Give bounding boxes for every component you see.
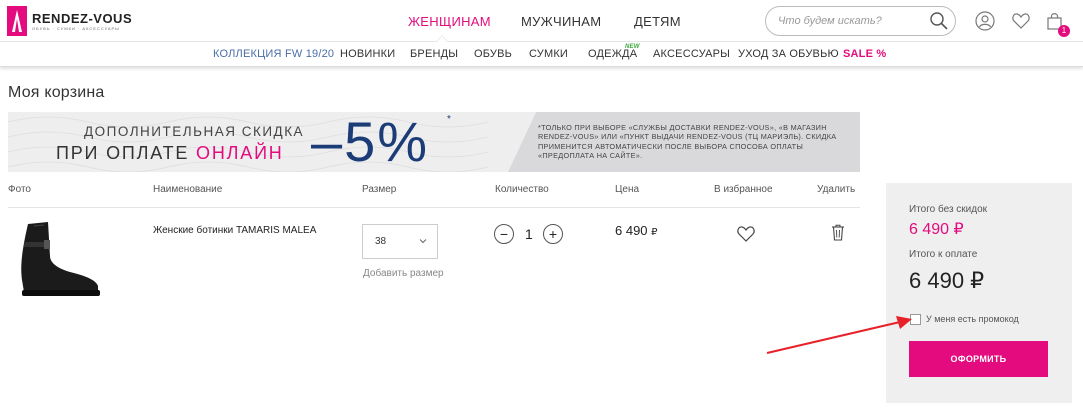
subnav-clothing[interactable]: ОДЕЖДА NEW xyxy=(588,44,639,60)
new-badge: NEW xyxy=(625,44,640,50)
cart-count-badge: 1 xyxy=(1058,25,1070,37)
subnav-accessories[interactable]: АКСЕССУАРЫ xyxy=(653,48,730,60)
col-delete: Удалить xyxy=(817,184,856,195)
qty-value: 1 xyxy=(525,226,533,242)
qty-minus-button[interactable]: − xyxy=(494,224,514,244)
order-summary: Итого без скидок 6 490 ₽ Итого к оплате … xyxy=(886,183,1072,403)
nav-women[interactable]: ЖЕНЩИНАМ xyxy=(408,14,491,29)
chevron-down-icon xyxy=(419,239,427,244)
user-icon[interactable] xyxy=(975,11,995,31)
subtotal-value: 6 490 ₽ xyxy=(909,221,964,238)
subnav-shoes[interactable]: ОБУВЬ xyxy=(474,48,512,60)
category-nav: КОЛЛЕКЦИЯ FW 19/20 НОВИНКИ БРЕНДЫ ОБУВЬ … xyxy=(0,42,1083,67)
heart-icon[interactable] xyxy=(1011,11,1031,31)
total-value: 6 490 ₽ xyxy=(909,268,985,293)
banner-line1: ДОПОЛНИТЕЛЬНАЯ СКИДКА xyxy=(84,124,305,139)
size-select[interactable]: 38 xyxy=(362,224,438,259)
logo-name: RENDEZ-VOUS xyxy=(32,10,133,26)
search-icon[interactable] xyxy=(929,11,949,31)
total-label: Итого к оплате xyxy=(909,249,978,260)
nav-kids[interactable]: ДЕТЯМ xyxy=(634,14,681,29)
col-quantity: Количество xyxy=(495,184,549,195)
banner-line2: ПРИ ОПЛАТЕ ОНЛАЙН xyxy=(56,143,284,163)
product-image[interactable] xyxy=(14,220,106,300)
logo-tagline: ОБУВЬ · СУМКИ · АКСЕССУАРЫ xyxy=(32,25,120,31)
product-name[interactable]: Женские ботинки TAMARIS MALEA xyxy=(153,225,316,236)
nav-men[interactable]: МУЖЧИНАМ xyxy=(521,14,601,29)
table-divider xyxy=(8,207,860,208)
subtotal-label: Итого без скидок xyxy=(909,204,988,215)
col-favorite: В избранное xyxy=(714,184,773,195)
search-box xyxy=(765,6,956,36)
heart-outline-icon[interactable] xyxy=(736,225,756,243)
logo-icon xyxy=(7,6,27,36)
col-photo: Фото xyxy=(8,184,31,195)
subnav-brands[interactable]: БРЕНДЫ xyxy=(410,48,458,60)
size-value: 38 xyxy=(375,236,387,247)
col-size: Размер xyxy=(362,184,397,195)
banner-asterisk: * xyxy=(447,114,451,125)
trash-icon[interactable] xyxy=(831,224,845,241)
promo-label[interactable]: У меня есть промокод xyxy=(926,314,1019,324)
logo[interactable]: RENDEZ-VOUS ОБУВЬ · СУМКИ · АКСЕССУАРЫ xyxy=(7,6,132,36)
banner-discount: –5% xyxy=(311,112,430,172)
subnav-collection[interactable]: КОЛЛЕКЦИЯ FW 19/20 xyxy=(213,48,334,60)
col-name: Наименование xyxy=(153,184,223,195)
qty-plus-button[interactable]: + xyxy=(543,224,563,244)
subnav-new[interactable]: НОВИНКИ xyxy=(340,48,395,60)
page-title: Моя корзина xyxy=(8,84,105,101)
annotation-arrow-icon xyxy=(766,316,912,354)
site-header: RENDEZ-VOUS ОБУВЬ · СУМКИ · АКСЕССУАРЫ Ж… xyxy=(0,0,1083,42)
banner-note: *только при выборе «службы доставки Rend… xyxy=(538,123,837,161)
active-indicator xyxy=(436,35,448,42)
subnav-bags[interactable]: СУМКИ xyxy=(529,48,568,60)
search-input[interactable] xyxy=(778,7,928,35)
col-price: Цена xyxy=(615,184,640,195)
subnav-sale[interactable]: SALE % xyxy=(843,48,886,60)
item-price: 6 490 ₽ xyxy=(615,223,658,238)
subnav-shoe-care[interactable]: УХОД ЗА ОБУВЬЮ xyxy=(738,48,839,60)
promo-banner[interactable]: ДОПОЛНИТЕЛЬНАЯ СКИДКА ПРИ ОПЛАТЕ ОНЛАЙН … xyxy=(8,112,860,172)
add-size-link[interactable]: Добавить размер xyxy=(363,268,444,279)
checkout-button[interactable]: ОФОРМИТЬ xyxy=(909,341,1048,377)
